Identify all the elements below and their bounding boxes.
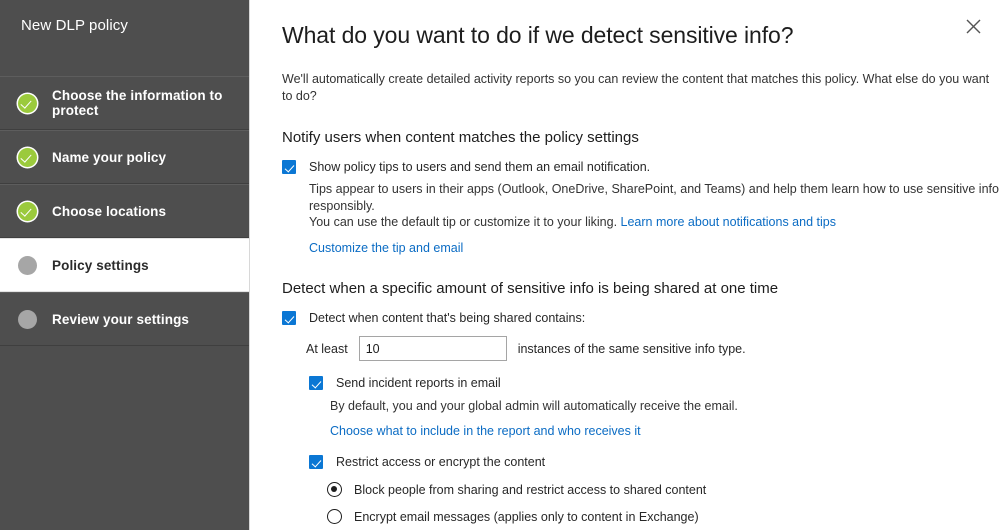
show-policy-tips-row: Show policy tips to users and send them … (282, 146, 999, 175)
incident-helper-block: By default, you and your global admin wi… (282, 391, 999, 439)
restrict-access-label: Restrict access or encrypt the content (336, 455, 546, 469)
wizard-sidebar: New DLP policy Choose the information to… (0, 0, 250, 530)
learn-more-notifications-link[interactable]: Learn more about notifications and tips (621, 215, 836, 229)
close-icon (966, 19, 981, 34)
instance-count-input[interactable] (358, 336, 507, 361)
incident-helper-text: By default, you and your global admin wi… (330, 399, 738, 413)
step-complete-icon (18, 93, 37, 113)
sidebar-item-policy-settings[interactable]: Policy settings (0, 238, 249, 292)
notify-section-heading: Notify users when content matches the po… (282, 129, 639, 146)
instance-count-row: At least instances of the same sensitive… (282, 326, 999, 361)
customize-tip-row: Customize the tip and email (309, 231, 999, 257)
page-title: What do you want to do if we detect sens… (282, 22, 794, 48)
policy-tips-helper-line1: Tips appear to users in their apps (Outl… (309, 182, 999, 213)
wizard-step-list: Choose the information to protect Name y… (0, 76, 249, 346)
dlp-policy-wizard: New DLP policy Choose the information to… (0, 0, 999, 530)
restrict-access-checkbox[interactable] (309, 455, 323, 469)
block-sharing-radio[interactable] (327, 482, 342, 497)
detect-content-label: Detect when content that's being shared … (309, 311, 586, 325)
step-pending-icon (18, 309, 37, 329)
step-complete-icon (18, 147, 37, 167)
block-sharing-label: Block people from sharing and restrict a… (354, 482, 707, 497)
instances-suffix-label: instances of the same sensitive info typ… (517, 341, 746, 356)
sidebar-item-review-your-settings[interactable]: Review your settings (0, 292, 249, 346)
step-current-icon (18, 255, 37, 275)
block-sharing-radio-row: Block people from sharing and restrict a… (282, 470, 999, 497)
show-policy-tips-checkbox[interactable] (282, 160, 296, 174)
step-complete-icon (18, 201, 37, 221)
wizard-title: New DLP policy (21, 17, 129, 34)
policy-tips-helper-block: Tips appear to users in their apps (Outl… (282, 175, 999, 256)
wizard-main-pane: What do you want to do if we detect sens… (250, 0, 999, 530)
sidebar-item-label: Choose the information to protect (52, 88, 223, 118)
page-intro-text: We'll automatically create detailed acti… (282, 72, 990, 103)
choose-report-contents-link[interactable]: Choose what to include in the report and… (330, 424, 641, 438)
show-policy-tips-label: Show policy tips to users and send them … (309, 160, 651, 174)
policy-tips-helper-line2: You can use the default tip or customize… (309, 214, 999, 231)
sidebar-item-choose-the-information-to-protect[interactable]: Choose the information to protect (0, 76, 249, 130)
incident-link-row: Choose what to include in the report and… (330, 415, 999, 440)
sidebar-item-choose-locations[interactable]: Choose locations (0, 184, 249, 238)
detect-section-heading: Detect when a specific amount of sensiti… (282, 280, 779, 297)
encrypt-email-radio-row: Encrypt email messages (applies only to … (282, 497, 999, 524)
sidebar-item-name-your-policy[interactable]: Name your policy (0, 130, 249, 184)
sidebar-item-label: Policy settings (52, 257, 149, 273)
restrict-access-row: Restrict access or encrypt the content (282, 439, 999, 470)
sidebar-item-label: Name your policy (52, 149, 167, 165)
send-incident-reports-row: Send incident reports in email (282, 361, 999, 391)
customize-tip-and-email-link[interactable]: Customize the tip and email (309, 241, 463, 255)
encrypt-email-label: Encrypt email messages (applies only to … (354, 509, 699, 524)
sidebar-item-label: Review your settings (52, 311, 190, 327)
wizard-button-bar: Back Next Cancel (282, 524, 999, 530)
sidebar-item-label: Choose locations (52, 203, 167, 219)
detect-content-row: Detect when content that's being shared … (282, 297, 999, 326)
at-least-label: At least (306, 341, 348, 356)
encrypt-email-radio[interactable] (327, 509, 342, 524)
close-button[interactable] (959, 12, 987, 40)
detect-content-checkbox[interactable] (282, 311, 296, 325)
policy-tips-helper-line2-text: You can use the default tip or customize… (309, 215, 621, 229)
send-incident-reports-label: Send incident reports in email (336, 376, 501, 390)
send-incident-reports-checkbox[interactable] (309, 376, 323, 390)
